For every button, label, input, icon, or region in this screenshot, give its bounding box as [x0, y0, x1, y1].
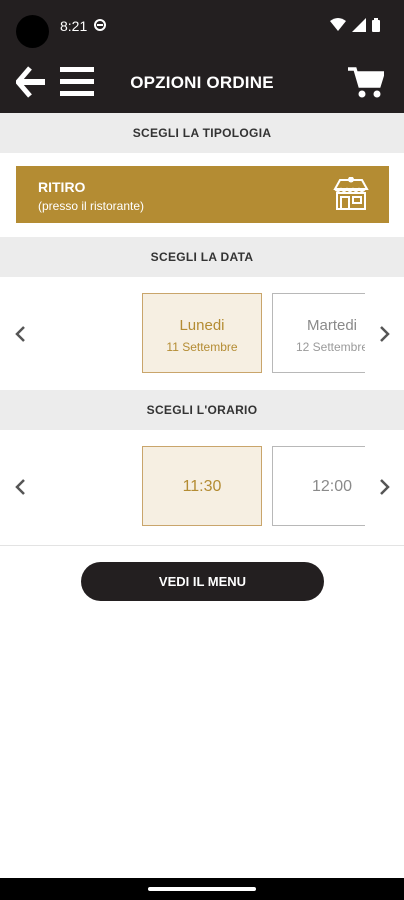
order-type-label: RITIRO — [38, 179, 86, 195]
do-not-disturb-icon — [94, 19, 106, 31]
time-tile[interactable]: 12:00 — [272, 446, 365, 526]
system-nav-bar — [0, 878, 404, 900]
home-gesture-handle[interactable] — [148, 887, 256, 891]
divider — [0, 545, 404, 546]
page-title: OPZIONI ORDINE — [130, 73, 274, 92]
date-day: Lunedi — [179, 317, 225, 334]
chevron-right-icon — [380, 326, 390, 342]
section-header-type: SCEGLI LA TIPOLOGIA — [0, 113, 404, 153]
section-header-date: SCEGLI LA DATA — [0, 237, 404, 277]
cart-icon — [348, 67, 386, 98]
signal-icon — [352, 18, 366, 32]
battery-icon — [372, 18, 380, 32]
time-picker: 11:30 12:00 — [0, 430, 404, 544]
date-day: Martedi — [306, 317, 358, 334]
date-next-button[interactable] — [375, 322, 395, 346]
wifi-icon — [330, 18, 346, 31]
time-next-button[interactable] — [375, 475, 395, 499]
order-type-card[interactable]: RITIRO (presso il ristorante) — [16, 166, 389, 223]
date-picker: Lunedi 11 Settembre Martedi 12 Settembre — [0, 277, 404, 389]
date-tile[interactable]: Martedi 12 Settembre — [272, 293, 365, 373]
store-icon — [333, 177, 369, 210]
chevron-left-icon — [15, 479, 25, 495]
chevron-left-icon — [15, 326, 25, 342]
view-menu-button[interactable]: VEDI IL MENU — [81, 562, 324, 601]
time-carousel: 11:30 12:00 — [140, 445, 365, 529]
status-time: 8:21 — [60, 18, 88, 34]
date-prev-button[interactable] — [10, 322, 30, 346]
date-carousel: Lunedi 11 Settembre Martedi 12 Settembre — [140, 292, 365, 374]
date-date: 12 Settembre — [295, 340, 365, 354]
cart-button[interactable] — [348, 66, 386, 104]
section-header-time: SCEGLI L'ORARIO — [0, 390, 404, 430]
time-label: 12:00 — [311, 478, 353, 495]
app-bar: OPZIONI ORDINE — [0, 52, 404, 113]
time-label: 11:30 — [182, 478, 222, 495]
order-type-sublabel: (presso il ristorante) — [38, 199, 145, 213]
chevron-right-icon — [380, 479, 390, 495]
time-prev-button[interactable] — [10, 475, 30, 499]
date-tile[interactable]: Lunedi 11 Settembre — [142, 293, 262, 373]
date-date: 11 Settembre — [166, 340, 238, 354]
time-tile[interactable]: 11:30 — [142, 446, 262, 526]
camera-cutout — [16, 15, 49, 48]
status-bar: 8:21 — [0, 0, 404, 52]
